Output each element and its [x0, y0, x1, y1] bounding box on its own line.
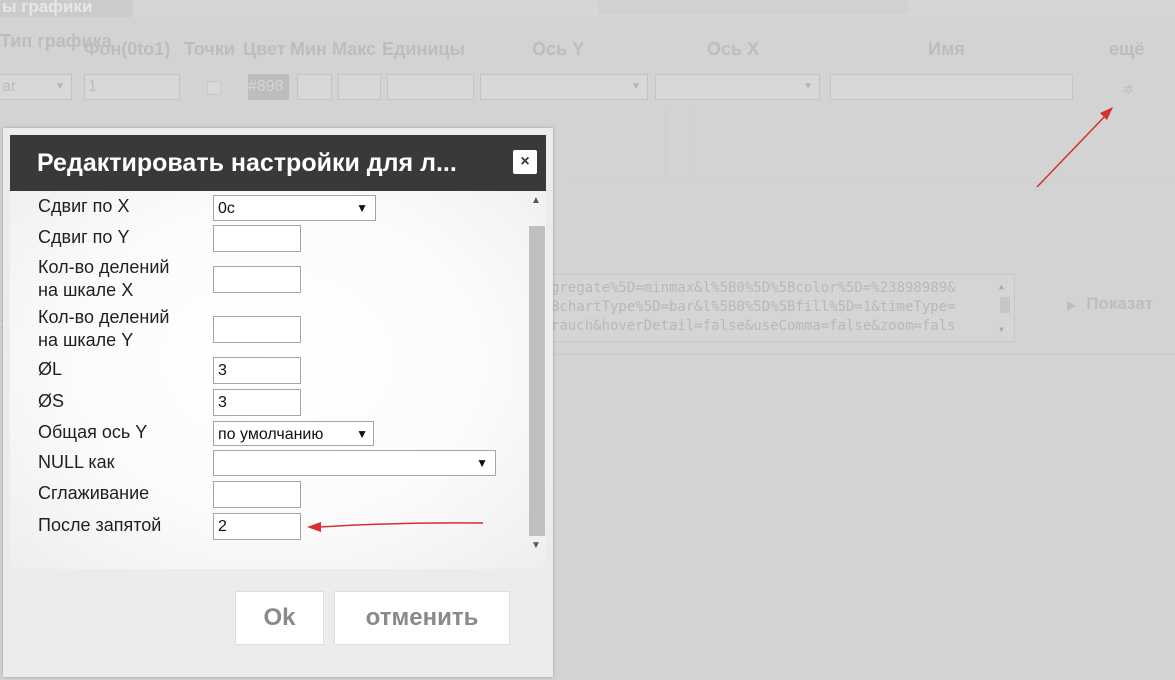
shift-x-value: 0с [218, 200, 235, 217]
divider [570, 182, 1175, 183]
divisions-x-label-line2: на шкале X [38, 280, 134, 300]
shift-x-select[interactable]: 0с ▼ [213, 195, 376, 221]
shift-y-label: Сдвиг по Y [38, 227, 130, 247]
shift-x-label: Сдвиг по X [38, 196, 130, 216]
scroll-up-icon[interactable]: ▲ [531, 195, 541, 206]
decimals-input[interactable]: 2 [213, 513, 301, 540]
chevron-down-icon: ▼ [476, 456, 488, 470]
code-line: gregate%5D=minmax&l%5B0%5D%5Bcolor%5D=%2… [551, 280, 956, 296]
column-header-units: Единицы [382, 39, 465, 59]
chevron-down-icon: ▼ [803, 81, 813, 92]
tab-strip [133, 0, 1175, 17]
tab-segment [598, 0, 908, 14]
smoothing-label: Сглаживание [38, 483, 150, 503]
chart-type-select[interactable]: ar ▼ [0, 74, 72, 100]
diameter-s-input[interactable]: 3 [213, 389, 301, 416]
dialog-body: Сдвиг по X 0с ▼ Сдвиг по Y Кол-во делени… [10, 191, 546, 569]
scroll-down-icon[interactable]: ▼ [999, 320, 1004, 339]
column-header-points: Точки [184, 39, 235, 59]
common-axis-y-select[interactable]: по умолчанию ▼ [213, 421, 374, 446]
show-button[interactable]: ▶ Показат [1067, 294, 1153, 314]
name-input[interactable] [830, 74, 1073, 100]
chevron-down-icon: ▼ [631, 81, 641, 92]
smoothing-input[interactable] [213, 481, 301, 508]
diameter-s-label: ØS [38, 391, 65, 411]
chevron-down-icon: ▼ [356, 201, 368, 215]
divisions-x-label: Кол-во делений на шкале X [38, 256, 169, 302]
divisions-y-label-line2: на шкале Y [38, 330, 134, 350]
decimals-label: После запятой [38, 515, 162, 535]
divisions-y-label: Кол-во делений на шкале Y [38, 306, 169, 352]
common-axis-y-value: по умолчанию [218, 426, 324, 443]
close-icon[interactable]: × [513, 150, 537, 174]
divider [665, 108, 666, 182]
divisions-x-label-line1: Кол-во делений [38, 257, 170, 277]
color-input[interactable]: #898 [248, 74, 289, 100]
diameter-l-label: ØL [38, 359, 63, 379]
scroll-thumb[interactable] [529, 226, 545, 536]
scroll-thumb[interactable] [1000, 297, 1010, 313]
column-header-color: Цвет [243, 39, 286, 59]
column-header-axis-y: Ось Y [532, 39, 585, 59]
ok-button[interactable]: Ok [235, 591, 324, 645]
column-header-type: Тип графика [0, 31, 112, 51]
max-input[interactable] [338, 74, 381, 100]
divisions-y-input[interactable] [213, 316, 301, 343]
column-header-max: Макс [332, 39, 377, 59]
charts-tab[interactable]: ы графики [0, 0, 135, 17]
divisions-x-input[interactable] [213, 266, 301, 293]
dialog-scrollbar[interactable]: ▲ ▼ [528, 195, 545, 551]
background-input[interactable]: 1 [84, 74, 180, 100]
diameter-l-input[interactable]: 3 [213, 357, 301, 384]
chevron-down-icon: ▼ [356, 427, 368, 441]
play-icon: ▶ [1067, 298, 1077, 312]
units-input[interactable] [387, 74, 474, 100]
code-line: BchartType%5D=bar&l%5B0%5D%5Bfill%5D=1&t… [551, 299, 956, 315]
code-line: rauch&hoverDetail=false&useComma=false&z… [551, 318, 956, 334]
url-textarea[interactable]: gregate%5D=minmax&l%5B0%5D%5Bcolor%5D=%2… [540, 274, 1015, 342]
scroll-down-icon[interactable]: ▼ [531, 540, 541, 551]
null-as-label: NULL как [38, 452, 115, 472]
axis-y-select[interactable]: ▼ [480, 74, 648, 100]
column-header-more: ещё [1109, 39, 1145, 59]
cancel-button[interactable]: отменить [334, 591, 510, 645]
show-button-label: Показат [1086, 294, 1154, 313]
divisions-y-label-line1: Кол-во делений [38, 307, 170, 327]
scroll-up-icon[interactable]: ▲ [999, 277, 1004, 296]
column-header-name: Имя [928, 39, 965, 59]
points-checkbox[interactable] [207, 81, 221, 95]
column-header-background: Фон(0to1) [84, 39, 171, 59]
chart-type-value: ar [2, 78, 17, 95]
column-header-min: Мин [290, 39, 327, 59]
edit-settings-dialog: Редактировать настройки для л... × Сдвиг… [3, 128, 553, 677]
chevron-down-icon: ▼ [55, 81, 65, 92]
textarea-scrollbar[interactable]: ▲ ▼ [999, 277, 1011, 339]
column-header-axis-x: Ось X [707, 39, 760, 59]
gear-icon[interactable]: ✲ [1123, 82, 1134, 98]
axis-x-select[interactable]: ▼ [655, 74, 820, 100]
divider [690, 108, 691, 182]
dialog-title: Редактировать настройки для л... [10, 135, 546, 191]
shift-y-input[interactable] [213, 225, 301, 252]
null-as-select[interactable]: ▼ [213, 450, 496, 476]
common-axis-y-label: Общая ось Y [38, 422, 148, 442]
min-input[interactable] [297, 74, 332, 100]
